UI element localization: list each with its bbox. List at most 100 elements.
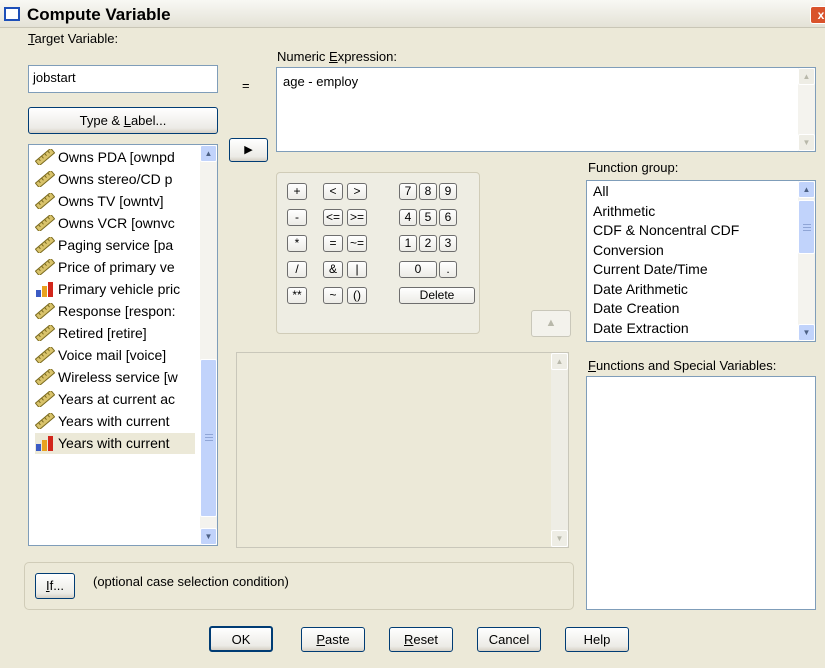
numeric-expression-label: Numeric Expression: — [277, 49, 397, 64]
minus-button[interactable]: - — [287, 209, 307, 226]
function-group-item[interactable]: Conversion — [593, 241, 664, 260]
function-group-item[interactable]: Current Date/Time — [593, 260, 708, 279]
cancel-button[interactable]: Cancel — [477, 627, 541, 652]
power-button[interactable]: ** — [287, 287, 307, 304]
digit-0-button[interactable]: 0 — [399, 261, 437, 278]
if-condition-text: (optional case selection condition) — [93, 574, 289, 589]
target-variable-input[interactable]: jobstart — [28, 65, 218, 93]
variable-list-item[interactable]: Owns VCR [ownvc — [35, 213, 195, 234]
digit-9-button[interactable]: 9 — [439, 183, 457, 200]
bar-chart-icon — [35, 435, 55, 451]
function-group-item[interactable]: Date Creation — [593, 299, 679, 318]
and-button[interactable]: & — [323, 261, 343, 278]
equals-button[interactable]: = — [323, 235, 343, 252]
less-equal-button[interactable]: <= — [323, 209, 343, 226]
variable-list-item[interactable]: Price of primary ve — [35, 257, 195, 278]
function-group-item[interactable]: Arithmetic — [593, 202, 655, 221]
paste-button[interactable]: Paste — [301, 627, 365, 652]
function-description: ▲ ▼ — [236, 352, 569, 548]
variable-list-item[interactable]: Response [respon: — [35, 301, 195, 322]
not-button[interactable]: ~ — [323, 287, 343, 304]
greater-equal-button[interactable]: >= — [347, 209, 367, 226]
variable-list-item[interactable]: Owns stereo/CD p — [35, 169, 195, 190]
ok-button[interactable]: OK — [209, 626, 273, 652]
window-icon — [4, 7, 20, 21]
functions-list[interactable] — [586, 376, 816, 610]
scroll-up-icon[interactable]: ▲ — [551, 353, 568, 370]
variable-list-item[interactable]: Years with current — [35, 411, 195, 432]
ruler-icon — [35, 411, 56, 431]
scroll-down-icon[interactable]: ▼ — [798, 324, 815, 341]
target-variable-value: jobstart — [33, 70, 76, 85]
variable-list[interactable]: Owns PDA [ownpd Owns stereo/CD p Owns TV [… — [28, 144, 218, 546]
scroll-up-icon[interactable]: ▲ — [200, 145, 217, 162]
function-group-list[interactable]: All Arithmetic CDF & Noncentral CDF Convers… — [586, 180, 816, 342]
reset-button[interactable]: Reset — [389, 627, 453, 652]
equals-sign: = — [242, 78, 250, 93]
multiply-button[interactable]: * — [287, 235, 307, 252]
scroll-down-icon[interactable]: ▼ — [200, 528, 217, 545]
variable-label: Primary vehicle pric — [58, 281, 181, 297]
scroll-thumb[interactable] — [200, 359, 217, 517]
variable-list-item[interactable]: Years at current ac — [35, 389, 195, 410]
variable-list-item[interactable]: Owns TV [owntv] — [35, 191, 195, 212]
decimal-point-button[interactable]: . — [439, 261, 457, 278]
variable-list-item[interactable]: Wireless service [w — [35, 367, 195, 388]
variable-list-item[interactable]: Paging service [pa — [35, 235, 195, 256]
move-variable-button[interactable]: ▶ — [229, 138, 268, 162]
scroll-thumb[interactable] — [798, 200, 815, 254]
scroll-down-icon[interactable]: ▼ — [551, 530, 568, 547]
not-equal-button[interactable]: ~= — [347, 235, 367, 252]
arrow-right-icon: ▶ — [244, 144, 253, 156]
greater-than-button[interactable]: > — [347, 183, 367, 200]
scroll-down-icon[interactable]: ▼ — [798, 134, 815, 151]
digit-5-button[interactable]: 5 — [419, 209, 437, 226]
if-button[interactable]: If... — [35, 573, 75, 599]
variable-list-item[interactable]: Retired [retire] — [35, 323, 195, 344]
function-group-item[interactable]: CDF & Noncentral CDF — [593, 221, 739, 240]
function-group-scrollbar[interactable]: ▲ ▼ — [798, 181, 815, 341]
digit-6-button[interactable]: 6 — [439, 209, 457, 226]
variable-list-item[interactable]: Voice mail [voice] — [35, 345, 195, 366]
plus-button[interactable]: + — [287, 183, 307, 200]
variable-label: Years with current — [58, 435, 170, 451]
help-button[interactable]: Help — [565, 627, 629, 652]
insert-function-button[interactable]: ▲ — [531, 310, 571, 337]
ruler-icon — [35, 301, 56, 321]
function-group-item[interactable]: Date Arithmetic — [593, 280, 688, 299]
function-group-item[interactable]: Inverse DF — [593, 338, 661, 341]
type-label-button[interactable]: Type & Label... — [28, 107, 218, 134]
variable-label: Paging service [pa — [58, 237, 174, 253]
or-button[interactable]: | — [347, 261, 367, 278]
title-bar: Compute Variable x — [0, 0, 825, 28]
numeric-expression-input[interactable]: age - employ ▲ ▼ — [276, 67, 816, 152]
digit-4-button[interactable]: 4 — [399, 209, 417, 226]
ruler-icon — [35, 169, 56, 189]
ruler-icon — [35, 345, 56, 365]
variable-list-scrollbar[interactable]: ▲ ▼ — [200, 145, 217, 545]
digit-7-button[interactable]: 7 — [399, 183, 417, 200]
variable-label: Retired [retire] — [58, 325, 147, 341]
divide-button[interactable]: / — [287, 261, 307, 278]
digit-8-button[interactable]: 8 — [419, 183, 437, 200]
digit-1-button[interactable]: 1 — [399, 235, 417, 252]
digit-2-button[interactable]: 2 — [419, 235, 437, 252]
parentheses-button[interactable]: () — [347, 287, 367, 304]
function-group-item[interactable]: All — [593, 182, 609, 201]
function-group-label: Function group: — [588, 160, 679, 175]
variable-label: Owns stereo/CD p — [58, 171, 173, 187]
variable-list-item[interactable]: Primary vehicle pric — [35, 279, 195, 300]
expression-scrollbar[interactable]: ▲ ▼ — [798, 68, 815, 151]
close-button[interactable]: x — [810, 6, 825, 24]
scroll-up-icon[interactable]: ▲ — [798, 68, 815, 85]
description-scrollbar[interactable]: ▲ ▼ — [551, 353, 568, 547]
function-group-item[interactable]: Date Extraction — [593, 319, 689, 338]
digit-3-button[interactable]: 3 — [439, 235, 457, 252]
variable-list-item[interactable]: Years with current — [35, 433, 195, 454]
variable-list-item[interactable]: Owns PDA [ownpd — [35, 147, 195, 168]
less-than-button[interactable]: < — [323, 183, 343, 200]
if-condition-group: If... (optional case selection condition… — [24, 562, 574, 610]
bar-chart-icon — [35, 281, 55, 297]
delete-button[interactable]: Delete — [399, 287, 475, 304]
scroll-up-icon[interactable]: ▲ — [798, 181, 815, 198]
